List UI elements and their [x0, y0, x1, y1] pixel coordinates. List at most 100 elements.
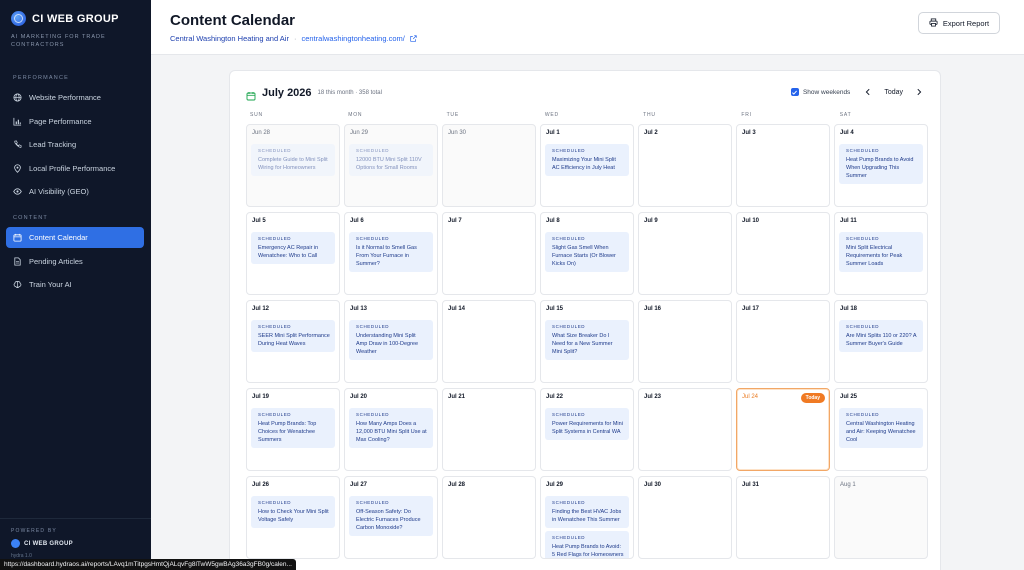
calendar-day-cell[interactable]: Jul 30	[638, 476, 732, 559]
day-date-label: Jul 2	[644, 130, 658, 136]
scheduled-article-event[interactable]: SCHEDULED Off-Season Safety: Do Electric …	[349, 496, 433, 536]
scheduled-article-event[interactable]: SCHEDULED Are Mini Splits 110 or 220? A S…	[839, 320, 923, 352]
scheduled-article-event[interactable]: SCHEDULED Heat Pump Brands to Avoid When …	[839, 144, 923, 184]
brand-name: CI WEB GROUP	[32, 12, 119, 25]
calendar-day-cell[interactable]: Jul 9	[638, 212, 732, 295]
brand-logo[interactable]: CI WEB GROUP	[11, 11, 119, 26]
scheduled-article-event[interactable]: SCHEDULED Complete Guide to Mini Split Wi…	[251, 144, 335, 176]
event-title: Finding the Best HVAC Jobs in Wenatchee …	[552, 509, 622, 523]
scheduled-article-event[interactable]: SCHEDULED Slight Gas Smell When Furnace S…	[545, 232, 629, 272]
client-domain-link[interactable]: centralwashingtonheating.com/	[301, 34, 404, 43]
powered-brand-name: CI WEB GROUP	[24, 540, 73, 547]
calendar-day-cell[interactable]: Jul 19 SCHEDULED Heat Pump Brands: Top Cho…	[246, 388, 340, 471]
scheduled-article-event[interactable]: SCHEDULED Is it Normal to Smell Gas From …	[349, 232, 433, 272]
calendar-day-cell[interactable]: Jul 15 SCHEDULED What Size Breaker Do I Ne…	[540, 300, 634, 383]
scheduled-article-event[interactable]: SCHEDULED Central Washington Heating and …	[839, 408, 923, 448]
calendar-day-cell[interactable]: Jul 12 SCHEDULED SEER Mini Split Performan…	[246, 300, 340, 383]
sidebar-item-train-your-ai[interactable]: Train Your AI	[6, 274, 144, 295]
external-link-icon[interactable]	[410, 35, 417, 42]
calendar-day-cell[interactable]: Jul 31	[736, 476, 830, 559]
scheduled-article-event[interactable]: SCHEDULED How to Check Your Mini Split Vo…	[251, 496, 335, 528]
powered-by-label: POWERED BY	[11, 528, 57, 534]
weekday-label: SAT	[839, 112, 852, 118]
calendar-day-cell[interactable]: Jul 4 SCHEDULED Heat Pump Brands to Avoid …	[834, 124, 928, 207]
calendar-day-cell-today[interactable]: Jul 24 Today	[736, 388, 830, 471]
calendar-day-cell[interactable]: Jul 17	[736, 300, 830, 383]
weekday-label: WED	[544, 112, 559, 118]
scheduled-article-event[interactable]: SCHEDULED How Many Amps Does a 12,000 BTU…	[349, 408, 433, 448]
calendar-day-cell[interactable]: Jul 23	[638, 388, 732, 471]
sidebar-item-content-calendar[interactable]: Content Calendar	[6, 227, 144, 248]
calendar-day-cell[interactable]: Jul 25 SCHEDULED Central Washington Heatin…	[834, 388, 928, 471]
calendar-card: July 2026 18 this month · 358 total Show…	[229, 70, 941, 570]
sidebar-item-ai-visibility[interactable]: AI Visibility (GEO)	[6, 181, 144, 202]
calendar-day-cell[interactable]: Jul 26 SCHEDULED How to Check Your Mini Sp…	[246, 476, 340, 559]
weekday-label: FRI	[741, 112, 752, 118]
scheduled-article-event[interactable]: SCHEDULED Understanding Mini Split Amp Dr…	[349, 320, 433, 360]
scheduled-article-event[interactable]: SCHEDULED 12000 BTU Mini Split 110V Optio…	[349, 144, 433, 176]
sidebar-item-label: Content Calendar	[29, 233, 88, 242]
page-title: Content Calendar	[170, 12, 296, 29]
calendar-day-cell[interactable]: Jun 28 SCHEDULED Complete Guide to Mini Sp…	[246, 124, 340, 207]
event-title: Off-Season Safety: Do Electric Furnaces …	[356, 509, 421, 531]
day-date-label: Jul 5	[252, 218, 266, 224]
export-report-button[interactable]: Export Report	[918, 12, 1000, 34]
scheduled-article-event[interactable]: SCHEDULED Mini Split Electrical Requireme…	[839, 232, 923, 272]
calendar-day-cell[interactable]: Jul 5 SCHEDULED Emergency AC Repair in Wen…	[246, 212, 340, 295]
show-weekends-toggle[interactable]: Show weekends	[790, 88, 850, 96]
day-date-label: Jul 30	[644, 482, 662, 488]
scheduled-article-event[interactable]: SCHEDULED Power Requirements for Mini Spl…	[545, 408, 629, 440]
sidebar-item-website-performance[interactable]: Website Performance	[6, 87, 144, 108]
calendar-day-cell[interactable]: Jul 22 SCHEDULED Power Requirements for Mi…	[540, 388, 634, 471]
event-status-label: SCHEDULED	[552, 148, 586, 153]
calendar-day-cell[interactable]: Jul 3	[736, 124, 830, 207]
scheduled-article-event[interactable]: SCHEDULED Maximizing Your Mini Split AC E…	[545, 144, 629, 176]
today-button[interactable]: Today	[880, 89, 907, 96]
calendar-day-cell[interactable]: Jul 6 SCHEDULED Is it Normal to Smell Gas …	[344, 212, 438, 295]
calendar-day-cell[interactable]: Jul 13 SCHEDULED Understanding Mini Split …	[344, 300, 438, 383]
calendar-day-cell[interactable]: Jun 29 SCHEDULED 12000 BTU Mini Split 110V…	[344, 124, 438, 207]
page-header: Content Calendar Central Washington Heat…	[151, 0, 1024, 55]
calendar-day-cell[interactable]: Jul 20 SCHEDULED How Many Amps Does a 12,0…	[344, 388, 438, 471]
calendar-day-cell[interactable]: Jul 21	[442, 388, 536, 471]
calendar-header: July 2026 18 this month · 358 total	[246, 87, 382, 101]
scheduled-article-event[interactable]: SCHEDULED SEER Mini Split Performance Dur…	[251, 320, 335, 352]
day-date-label: Jul 29	[546, 482, 564, 488]
calendar-day-cell[interactable]: Jul 1 SCHEDULED Maximizing Your Mini Split…	[540, 124, 634, 207]
today-badge: Today	[800, 393, 825, 403]
day-date-label: Aug 1	[840, 482, 856, 488]
day-date-label: Jul 25	[840, 394, 858, 400]
day-date-label: Jul 19	[252, 394, 270, 400]
day-date-label: Jul 17	[742, 306, 760, 312]
sidebar-item-lead-tracking[interactable]: Lead Tracking	[6, 134, 144, 155]
scheduled-article-event[interactable]: SCHEDULED Heat Pump Brands to Avoid: 5 Re…	[545, 531, 629, 558]
calendar-day-cell[interactable]: Jul 7	[442, 212, 536, 295]
calendar-day-cell[interactable]: Jul 2	[638, 124, 732, 207]
scheduled-article-event[interactable]: SCHEDULED What Size Breaker Do I Need for…	[545, 320, 629, 360]
sidebar-item-label: Pending Articles	[29, 257, 83, 266]
calendar-day-cell[interactable]: Jul 18 SCHEDULED Are Mini Splits 110 or 22…	[834, 300, 928, 383]
sidebar-item-pending-articles[interactable]: Pending Articles	[6, 251, 144, 272]
calendar-day-cell[interactable]: Aug 1	[834, 476, 928, 559]
calendar-day-cell[interactable]: Jul 29 SCHEDULED Finding the Best HVAC Job…	[540, 476, 634, 559]
calendar-day-cell[interactable]: Jul 10	[736, 212, 830, 295]
scheduled-article-event[interactable]: SCHEDULED Heat Pump Brands: Top Choices f…	[251, 408, 335, 448]
show-weekends-checkbox[interactable]	[790, 88, 799, 96]
event-title: 12000 BTU Mini Split 110V Options for Sm…	[356, 157, 422, 171]
scheduled-article-event[interactable]: SCHEDULED Emergency AC Repair in Wenatche…	[251, 232, 335, 264]
calendar-day-cell[interactable]: Jul 8 SCHEDULED Slight Gas Smell When Furn…	[540, 212, 634, 295]
scheduled-article-event[interactable]: SCHEDULED Finding the Best HVAC Jobs in W…	[545, 496, 629, 528]
calendar-day-cell[interactable]: Jul 28	[442, 476, 536, 559]
calendar-day-cell[interactable]: Jun 30	[442, 124, 536, 207]
day-date-label: Jul 22	[546, 394, 564, 400]
day-date-label: Jul 11	[840, 218, 857, 224]
calendar-day-cell[interactable]: Jul 27 SCHEDULED Off-Season Safety: Do Ele…	[344, 476, 438, 559]
calendar-day-cell[interactable]: Jul 16	[638, 300, 732, 383]
previous-month-chevron-icon[interactable]	[864, 88, 872, 96]
event-status-label: SCHEDULED	[258, 236, 292, 241]
sidebar-item-local-profile-performance[interactable]: Local Profile Performance	[6, 158, 144, 179]
calendar-day-cell[interactable]: Jul 11 SCHEDULED Mini Split Electrical Req…	[834, 212, 928, 295]
sidebar-item-page-performance[interactable]: Page Performance	[6, 111, 144, 132]
calendar-day-cell[interactable]: Jul 14	[442, 300, 536, 383]
next-month-chevron-icon[interactable]	[915, 88, 923, 96]
